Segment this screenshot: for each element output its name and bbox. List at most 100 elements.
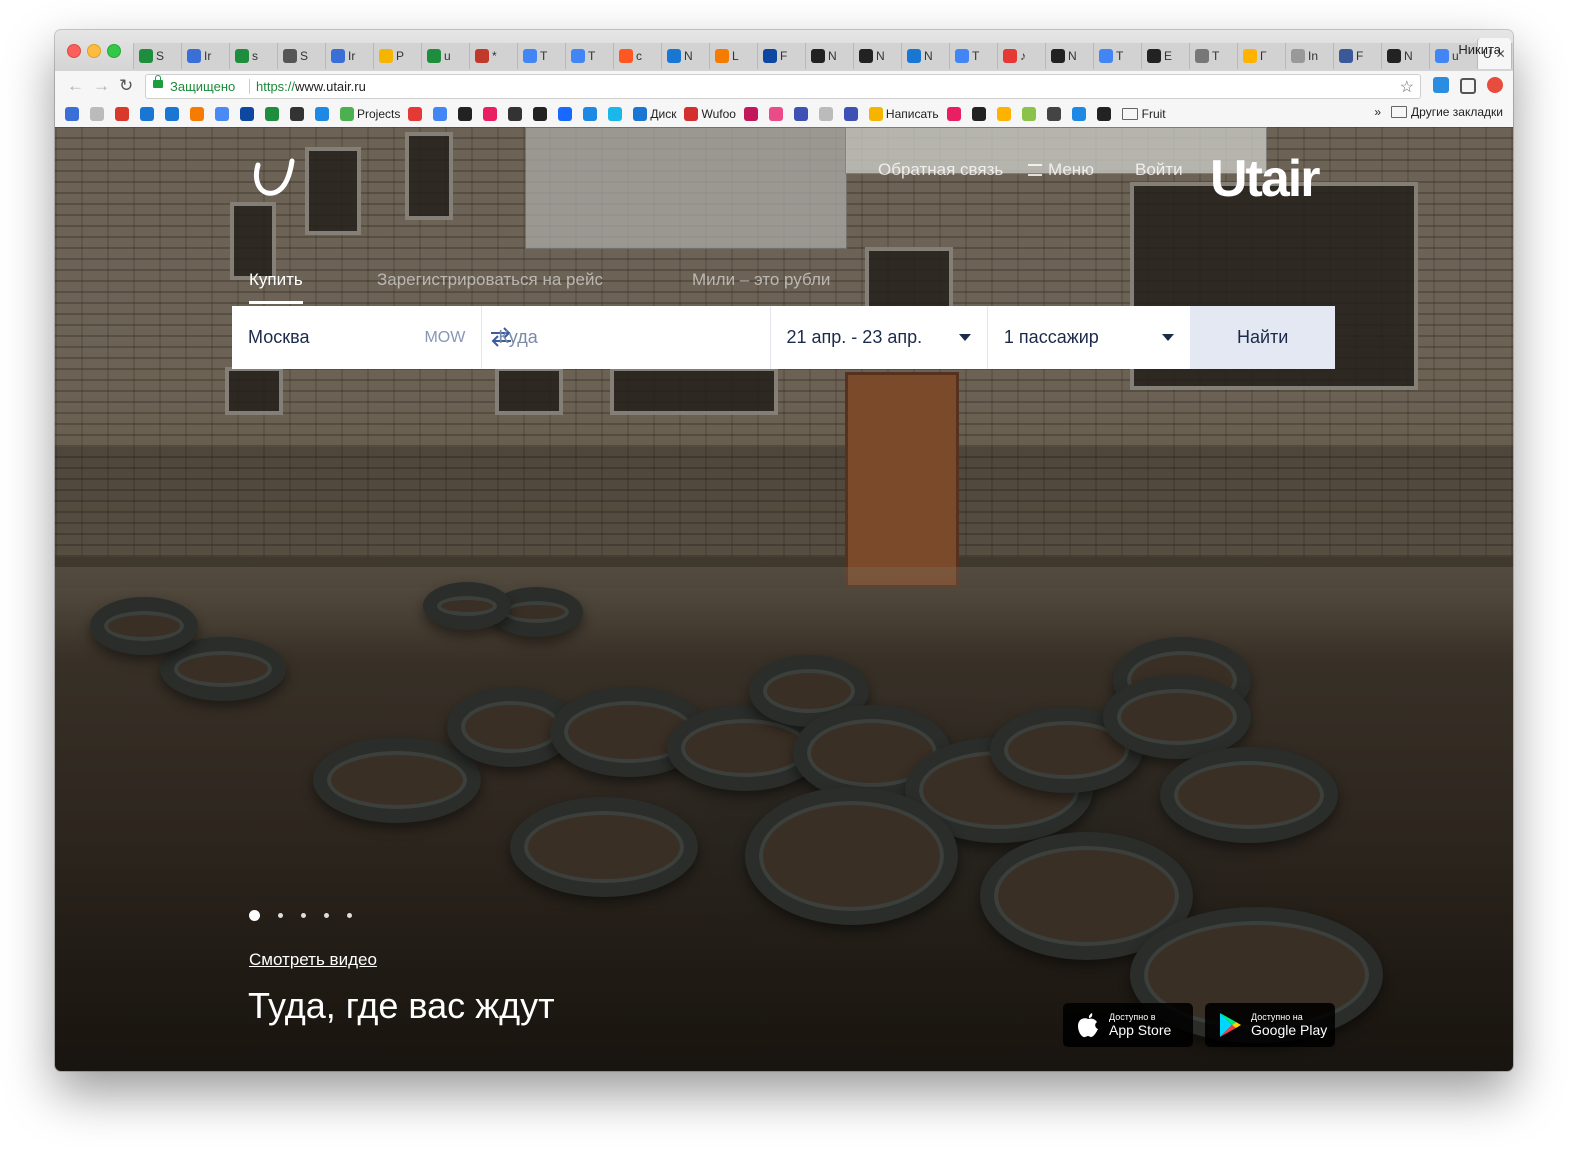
tab-4[interactable]: Ir — [325, 43, 373, 69]
profile-name[interactable]: Никита — [1458, 42, 1501, 57]
dates-field[interactable]: 21 апр. - 23 апр. — [771, 306, 988, 369]
tab-0[interactable]: S — [133, 43, 181, 69]
google-play-button[interactable]: Доступно на Google Play — [1205, 1003, 1335, 1047]
tab-1[interactable]: Ir — [181, 43, 229, 69]
tab-miles[interactable]: Мили – это рубли — [692, 270, 830, 290]
bookmark-item[interactable]: Написать — [868, 107, 939, 121]
close-window-button[interactable] — [67, 44, 81, 58]
watch-video-link[interactable]: Смотреть видео — [249, 950, 377, 970]
app-store-button[interactable]: Доступно в App Store — [1063, 1003, 1193, 1047]
bookmark-item[interactable] — [483, 107, 500, 121]
bookmark-item[interactable] — [115, 107, 132, 121]
slider-dot[interactable] — [324, 913, 329, 918]
slider-dot[interactable] — [301, 913, 306, 918]
bookmark-item[interactable] — [946, 107, 964, 121]
passengers-field[interactable]: 1 пассажир — [988, 306, 1190, 369]
tab-19[interactable]: N — [1045, 43, 1093, 69]
bookmark-item[interactable] — [558, 107, 575, 121]
bookmark-item[interactable] — [996, 107, 1014, 121]
tab-3[interactable]: S — [277, 43, 325, 69]
tab-24[interactable]: In — [1285, 43, 1333, 69]
address-bar[interactable]: Защищено https://www.utair.ru ☆ — [145, 74, 1421, 99]
tab-8[interactable]: T — [517, 43, 565, 69]
feedback-link[interactable]: Обратная связь — [878, 160, 1003, 180]
bookmark-item[interactable] — [458, 107, 475, 121]
find-button[interactable]: Найти — [1190, 306, 1335, 369]
bookmark-item[interactable] — [90, 107, 107, 121]
tab-6[interactable]: u — [421, 43, 469, 69]
forward-arrow-icon[interactable]: → — [93, 76, 110, 96]
tab-22[interactable]: T — [1189, 43, 1237, 69]
bookmark-item[interactable] — [315, 107, 332, 121]
tab-16[interactable]: N — [901, 43, 949, 69]
tab-12[interactable]: L — [709, 43, 757, 69]
bookmark-item[interactable] — [583, 107, 600, 121]
tab-10[interactable]: c — [613, 43, 661, 69]
bookmark-item[interactable]: Диск — [633, 107, 676, 121]
bookmark-item[interactable] — [971, 107, 989, 121]
bookmark-item[interactable] — [608, 107, 625, 121]
bookmark-item[interactable] — [1021, 107, 1039, 121]
slider-dot[interactable] — [278, 913, 283, 918]
tab-20[interactable]: T — [1093, 43, 1141, 69]
slider-dot[interactable] — [347, 913, 352, 918]
bookmark-item[interactable]: Projects — [340, 107, 400, 121]
bookmark-item[interactable] — [793, 107, 811, 121]
download-extension-icon[interactable] — [1433, 77, 1449, 93]
bookmark-item[interactable] — [743, 107, 761, 121]
menu-icon[interactable] — [1028, 164, 1042, 176]
bookmark-item[interactable] — [818, 107, 836, 121]
tab-13[interactable]: F — [757, 43, 805, 69]
utair-logo-icon[interactable] — [250, 155, 296, 201]
bookmark-item[interactable] — [843, 107, 861, 121]
bookmarks-overflow-button[interactable]: » — [1374, 105, 1381, 119]
tab-7[interactable]: * — [469, 43, 517, 69]
tab-5[interactable]: P — [373, 43, 421, 69]
bookmark-item[interactable] — [290, 107, 307, 121]
bookmark-item[interactable]: Wufoo — [684, 107, 736, 121]
tab-23[interactable]: Г — [1237, 43, 1285, 69]
tab-buy[interactable]: Купить — [249, 270, 303, 304]
bookmark-item[interactable] — [508, 107, 525, 121]
minimize-window-button[interactable] — [87, 44, 101, 58]
bookmark-item[interactable] — [1096, 107, 1114, 121]
other-bookmarks-folder[interactable]: Другие закладки — [1411, 105, 1503, 119]
tab-25[interactable]: F — [1333, 43, 1381, 69]
bookmark-folder-fruit[interactable]: Fruit — [1121, 107, 1166, 121]
tab-14[interactable]: N — [805, 43, 853, 69]
tab-11[interactable]: N — [661, 43, 709, 69]
maximize-window-button[interactable] — [107, 44, 121, 58]
tab-9[interactable]: T — [565, 43, 613, 69]
tab-15[interactable]: N — [853, 43, 901, 69]
bookmark-item[interactable] — [65, 107, 82, 121]
bookmark-item[interactable] — [1071, 107, 1089, 121]
tab-26[interactable]: N — [1381, 43, 1429, 69]
bookmark-item[interactable] — [165, 107, 182, 121]
login-link[interactable]: Войти — [1135, 160, 1183, 180]
update-extension-icon[interactable] — [1487, 77, 1503, 93]
bookmark-item[interactable] — [240, 107, 257, 121]
tab-last[interactable]: p — [1510, 43, 1513, 69]
tab-17[interactable]: T — [949, 43, 997, 69]
tab-checkin[interactable]: Зарегистрироваться на рейс — [377, 270, 603, 290]
reload-icon[interactable]: ↻ — [119, 76, 133, 96]
back-arrow-icon[interactable]: ← — [67, 76, 84, 96]
menu-link[interactable]: Меню — [1048, 160, 1094, 180]
bookmark-item[interactable] — [533, 107, 550, 121]
bookmark-item[interactable] — [408, 107, 425, 121]
destination-field[interactable]: Куда — [482, 306, 771, 369]
bookmark-item[interactable] — [433, 107, 450, 121]
url-text[interactable]: https://www.utair.ru — [256, 79, 366, 94]
bookmark-item[interactable] — [190, 107, 207, 121]
slider-dot[interactable] — [249, 910, 260, 921]
bookmark-item[interactable] — [768, 107, 786, 121]
bookmark-item[interactable] — [1046, 107, 1064, 121]
bookmark-star-icon[interactable]: ☆ — [1400, 77, 1414, 97]
tab-2[interactable]: s — [229, 43, 277, 69]
screenshot-extension-icon[interactable] — [1460, 78, 1476, 94]
tab-18[interactable]: ♪ — [997, 43, 1045, 69]
origin-field[interactable]: Москва MOW — [232, 306, 511, 369]
bookmark-item[interactable] — [265, 107, 282, 121]
tab-21[interactable]: E — [1141, 43, 1189, 69]
bookmark-item[interactable] — [215, 107, 232, 121]
